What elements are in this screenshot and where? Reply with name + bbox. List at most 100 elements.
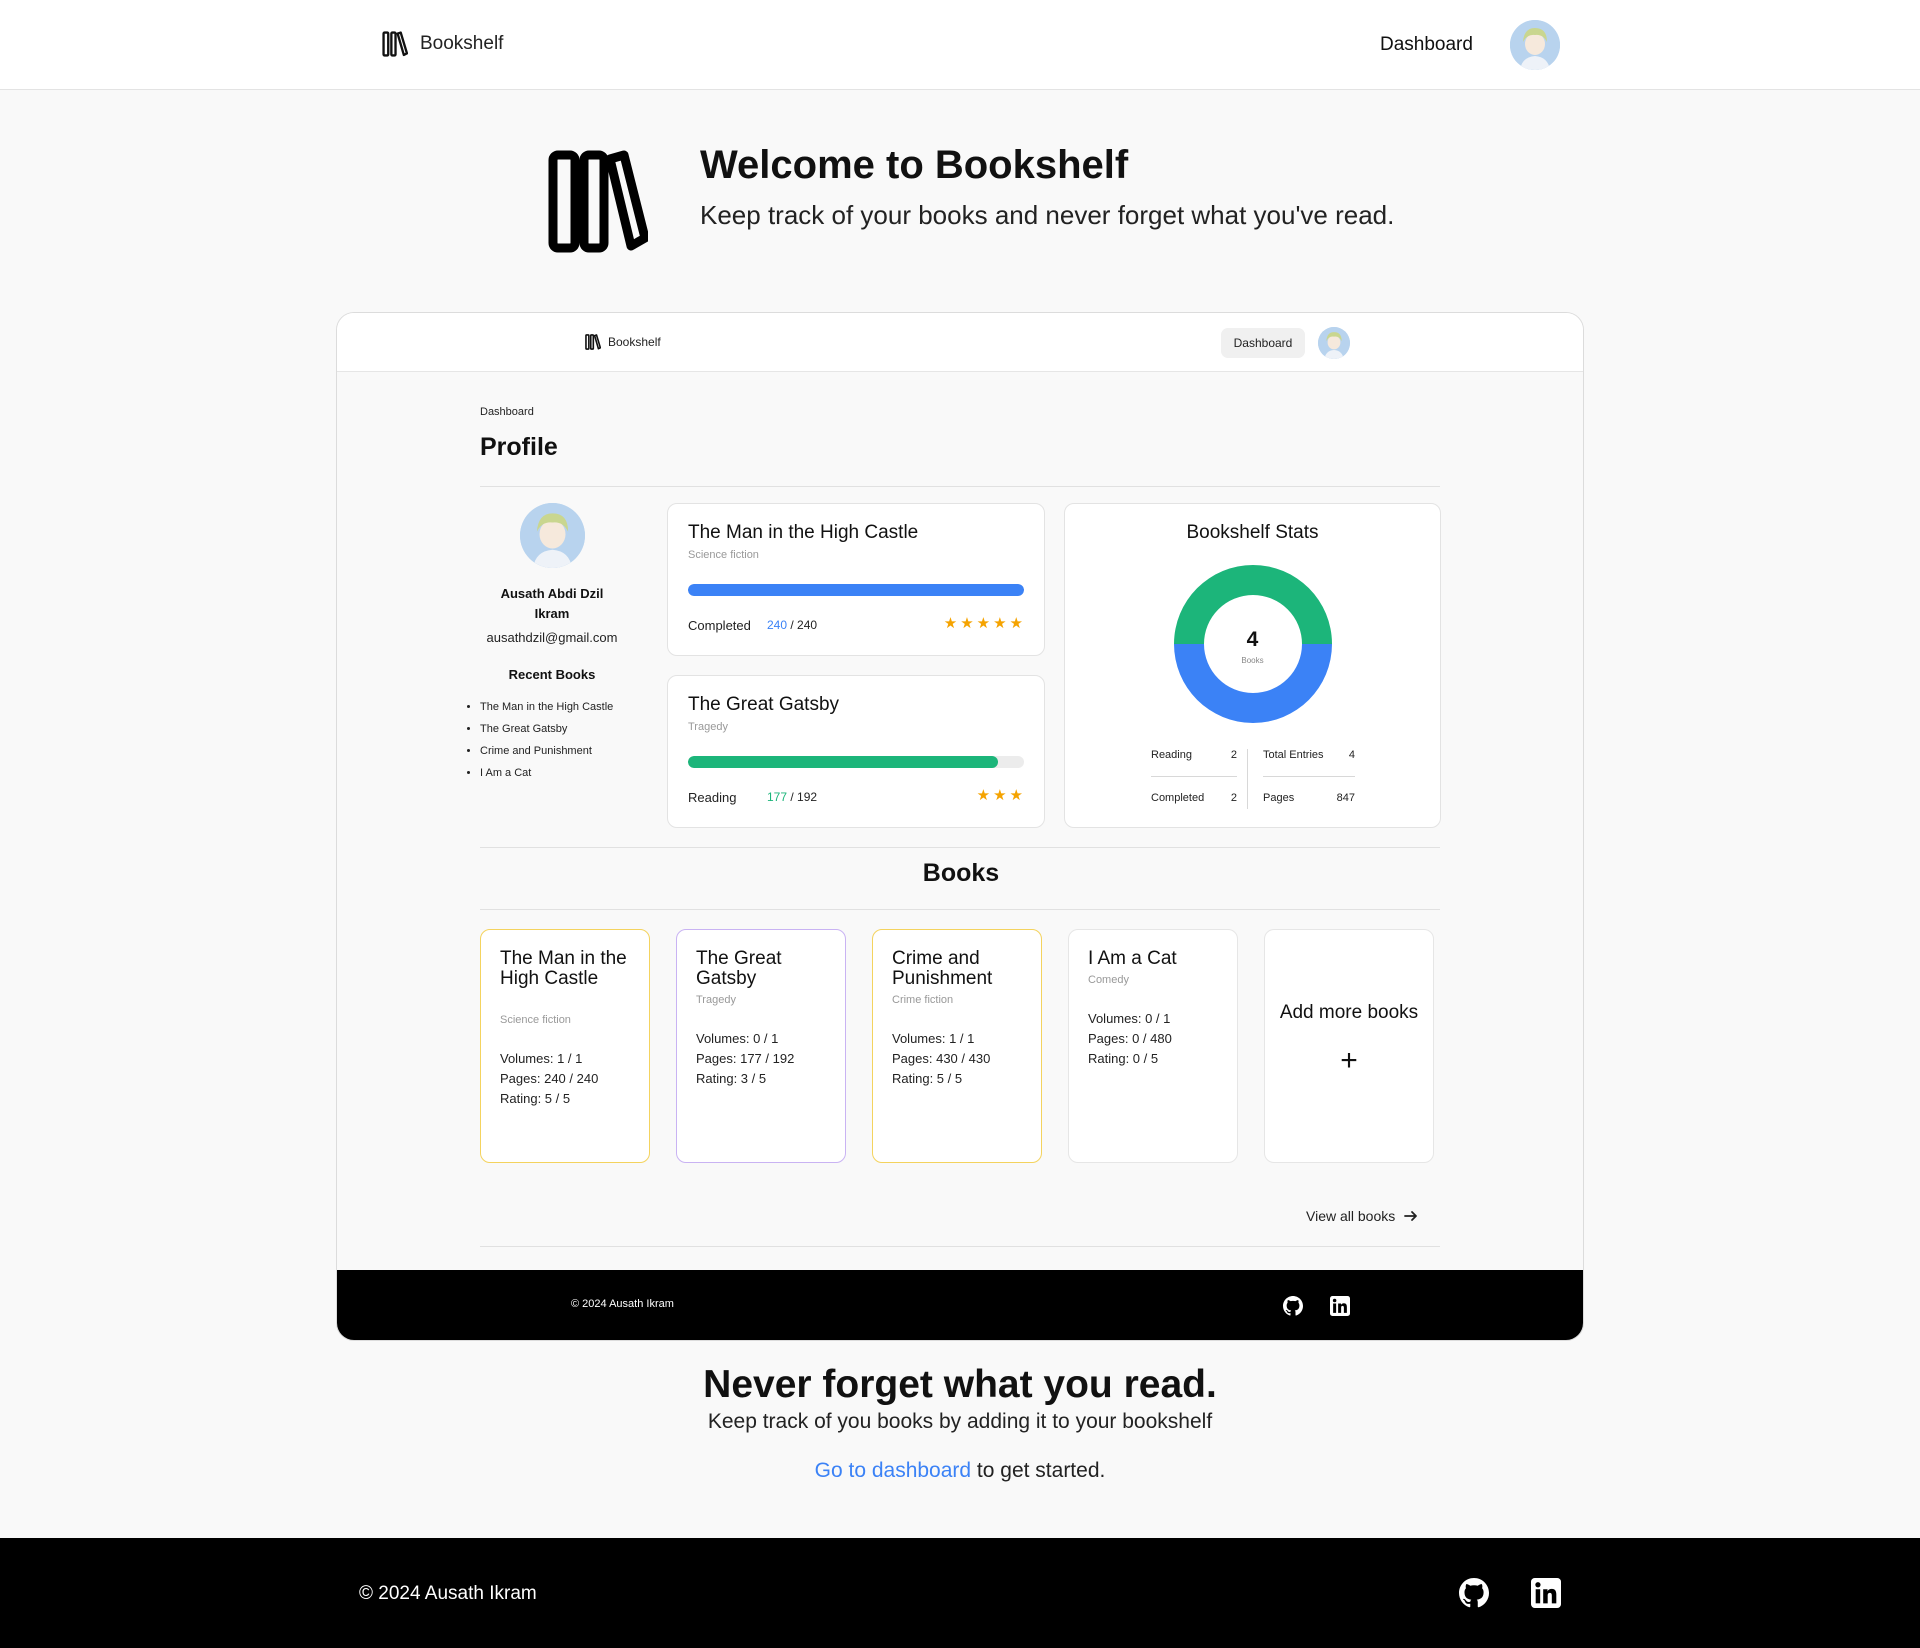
add-more-books-button[interactable]: Add more books + — [1264, 929, 1434, 1163]
divider — [1151, 776, 1237, 777]
hero-title: Welcome to Bookshelf — [700, 143, 1129, 187]
recent-book-item[interactable]: The Man in the High Castle — [480, 700, 642, 715]
top-navbar: Bookshelf Dashboard — [0, 0, 1920, 90]
book-card[interactable]: The Man in the High Castle Science ficti… — [480, 929, 650, 1163]
star-icon: ★ — [1009, 615, 1026, 632]
star-icon: ★ — [1009, 787, 1026, 804]
progress-bar — [688, 756, 1024, 768]
book-title: The Great Gatsby — [696, 948, 782, 989]
profile-sidebar: Ausath Abdi Dzil Ikram ausathdzil@gmail.… — [462, 503, 642, 788]
preview-footer: © 2024 Ausath Ikram — [337, 1270, 1583, 1340]
recent-books-list: The Man in the High Castle The Great Gat… — [462, 700, 642, 781]
avatar — [1510, 20, 1560, 70]
recent-book-item[interactable]: The Great Gatsby — [480, 722, 642, 737]
breadcrumb[interactable]: Dashboard — [480, 406, 534, 418]
cta-line: Go to dashboard to get started. — [0, 1459, 1920, 1483]
pages-read: 177 / 192 — [767, 790, 818, 804]
brand-name: Bookshelf — [420, 33, 504, 54]
add-more-label: Add more books — [1279, 1002, 1419, 1023]
view-all-books-link[interactable]: View all books — [1306, 1208, 1419, 1224]
book-card[interactable]: I Am a Cat Comedy Volumes: 0 / 1 Pages: 0… — [1068, 929, 1238, 1163]
progress-bar — [688, 584, 1024, 596]
preview-brand-name: Bookshelf — [608, 335, 661, 349]
arrow-right-icon — [1404, 1211, 1418, 1221]
divider — [1263, 776, 1355, 777]
linkedin-icon[interactable] — [1531, 1578, 1561, 1608]
preview-navbar: Bookshelf Dashboard — [337, 313, 1583, 372]
book-genre: Science fiction — [688, 549, 759, 561]
user-name: Ausath Abdi Dzil Ikram — [500, 586, 604, 621]
github-icon[interactable] — [1283, 1296, 1303, 1316]
reading-status: Completed — [688, 618, 751, 633]
pages-read: 240 / 240 — [767, 618, 818, 632]
recent-book-item[interactable]: Crime and Punishment — [480, 744, 642, 759]
reading-status: Reading — [688, 790, 737, 805]
star-icon: ★ — [993, 615, 1010, 632]
book-details: Volumes: 1 / 1 Pages: 430 / 430 Rating: 5 … — [892, 1031, 991, 1086]
site-footer: © 2024 Ausath Ikram — [0, 1538, 1920, 1648]
plus-icon: + — [1340, 1044, 1358, 1077]
preview-body: Dashboard Profile Ausath Abdi Dzil Ikram… — [337, 372, 1583, 1282]
view-all-label: View all books — [1306, 1208, 1396, 1224]
bookshelf-stats-card: Bookshelf Stats 4 Books Reading 2 Complet… — [1064, 503, 1441, 828]
stat-total-entries: Total Entries 4 — [1263, 749, 1355, 761]
preview-copyright: © 2024 Ausath Ikram — [571, 1298, 674, 1310]
rating-stars: ★★★ — [977, 786, 1026, 804]
divider — [480, 847, 1440, 848]
star-icon: ★ — [976, 615, 994, 632]
copyright: © 2024 Ausath Ikram — [359, 1583, 537, 1604]
divider — [480, 486, 1440, 487]
book-genre: Tragedy — [696, 994, 736, 1006]
book-details: Volumes: 1 / 1 Pages: 240 / 240 Rating: 5 … — [500, 1051, 599, 1106]
page-title: Profile — [480, 433, 558, 461]
go-to-dashboard-link[interactable]: Go to dashboard — [815, 1459, 971, 1482]
book-title: Crime and Punishment — [892, 948, 993, 989]
linkedin-icon[interactable] — [1330, 1296, 1350, 1316]
preview-avatar-button[interactable] — [1318, 327, 1350, 359]
book-details: Volumes: 0 / 1 Pages: 0 / 480 Rating: 0 / … — [1088, 1011, 1172, 1066]
book-title: The Man in the High Castle — [500, 948, 627, 989]
preview-brand-link[interactable]: Bookshelf — [585, 334, 661, 350]
book-title: The Man in the High Castle — [688, 522, 919, 543]
total-books-count: 4 — [1246, 628, 1259, 651]
book-progress-card[interactable]: The Man in the High Castle Science ficti… — [667, 503, 1045, 656]
recent-book-item[interactable]: I Am a Cat — [480, 766, 642, 781]
bookshelf-logo-icon — [382, 31, 408, 57]
progress-fill — [688, 584, 1024, 596]
dashboard-link[interactable]: Dashboard — [1380, 34, 1473, 56]
total-books-unit: Books — [1241, 656, 1264, 665]
divider — [480, 909, 1440, 910]
user-avatar-button[interactable] — [1510, 20, 1560, 70]
bookshelf-logo-icon — [548, 150, 648, 253]
book-genre: Tragedy — [688, 721, 728, 733]
preview-dashboard-button[interactable]: Dashboard — [1221, 328, 1305, 358]
rating-stars: ★★★★★ — [944, 614, 1026, 632]
recent-books-heading: Recent Books — [508, 667, 596, 682]
cta-subtitle: Keep track of you books by adding it to … — [707, 1410, 1213, 1433]
cta-title: Never forget what you read. — [703, 1363, 1217, 1406]
user-email: ausathdzil@gmail.com — [486, 630, 618, 645]
star-icon: ★ — [943, 615, 961, 632]
profile-avatar — [519, 503, 585, 568]
divider — [480, 1246, 1440, 1247]
book-details: Volumes: 0 / 1 Pages: 177 / 192 Rating: 3 … — [696, 1031, 795, 1086]
book-progress-card[interactable]: The Great Gatsby Tragedy Reading 177 / 1… — [667, 675, 1045, 828]
stat-reading: Reading 2 — [1151, 749, 1237, 761]
book-card[interactable]: The Great Gatsby Tragedy Volumes: 0 / 1P… — [676, 929, 846, 1163]
cta-suffix: to get started. — [971, 1459, 1106, 1482]
progress-fill — [688, 756, 998, 768]
hero-subtitle: Keep track of your books and never forge… — [700, 200, 1395, 230]
book-genre: Science fiction — [500, 1014, 571, 1026]
github-icon[interactable] — [1459, 1578, 1489, 1608]
stats-title: Bookshelf Stats — [1186, 522, 1319, 543]
stat-pages: Pages 847 — [1263, 792, 1355, 804]
book-genre: Comedy — [1088, 974, 1129, 986]
avatar — [1318, 327, 1350, 359]
book-title: I Am a Cat — [1088, 948, 1177, 969]
book-card[interactable]: Crime and Punishment Crime fiction Volum… — [872, 929, 1042, 1163]
brand-link[interactable]: Bookshelf — [382, 31, 503, 57]
stat-completed: Completed 2 — [1151, 792, 1237, 804]
books-heading: Books — [922, 859, 1000, 887]
book-genre: Crime fiction — [892, 994, 954, 1006]
dashboard-preview: Bookshelf Dashboard Dashboard Profile Au… — [336, 312, 1584, 1341]
